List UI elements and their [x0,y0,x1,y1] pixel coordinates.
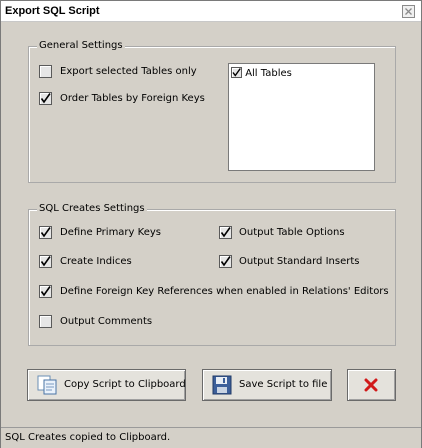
output-table-options-checkbox[interactable] [219,226,232,239]
define-primary-keys-label: Define Primary Keys [60,227,161,238]
clipboard-icon [37,375,57,395]
define-foreign-key-references-checkbox[interactable] [39,285,52,298]
save-to-file-button[interactable]: Save Script to file [202,369,332,401]
close-icon [405,8,412,15]
define-foreign-key-references-label: Define Foreign Key References when enabl… [60,286,389,297]
checkmark-icon [40,286,51,297]
output-table-options-label: Output Table Options [239,227,345,238]
window-title: Export SQL Script [5,5,100,17]
red-x-icon [364,378,378,392]
list-item[interactable]: All Tables [231,67,292,79]
status-bar: SQL Creates copied to Clipboard. [1,427,421,448]
order-tables-fk-checkbox[interactable] [39,92,52,105]
output-standard-inserts-label: Output Standard Inserts [239,256,360,267]
save-to-file-label: Save Script to file [239,379,328,390]
cancel-button[interactable] [347,369,396,401]
output-comments-checkbox[interactable] [39,315,52,328]
checkmark-icon [232,68,241,77]
order-tables-fk-label: Order Tables by Foreign Keys [60,93,205,104]
checkmark-icon [220,227,231,238]
general-settings-label: General Settings [37,40,125,51]
export-selected-tables-checkbox[interactable] [39,65,52,78]
define-primary-keys-checkbox[interactable] [39,226,52,239]
create-indices-label: Create Indices [60,256,132,267]
checkmark-icon [40,227,51,238]
floppy-disk-icon [212,375,232,395]
output-comments-label: Output Comments [60,316,153,327]
status-text: SQL Creates copied to Clipboard. [5,432,171,443]
window-close-button[interactable] [402,5,415,18]
checkmark-icon [40,256,51,267]
export-selected-tables-label: Export selected Tables only [60,66,197,77]
create-indices-checkbox[interactable] [39,255,52,268]
output-standard-inserts-checkbox[interactable] [219,255,232,268]
all-tables-label: All Tables [245,68,292,79]
title-bar[interactable]: Export SQL Script [1,1,421,22]
checkmark-icon [220,256,231,267]
copy-to-clipboard-button[interactable]: Copy Script to Clipboard [27,369,186,401]
table-listbox[interactable]: All Tables [228,63,375,171]
all-tables-checkbox[interactable] [231,67,242,78]
sql-creates-settings-label: SQL Creates Settings [37,203,147,214]
copy-to-clipboard-label: Copy Script to Clipboard [64,379,186,390]
export-sql-script-window: Export SQL Script General Settings Expor… [0,0,422,448]
checkmark-icon [40,93,51,104]
